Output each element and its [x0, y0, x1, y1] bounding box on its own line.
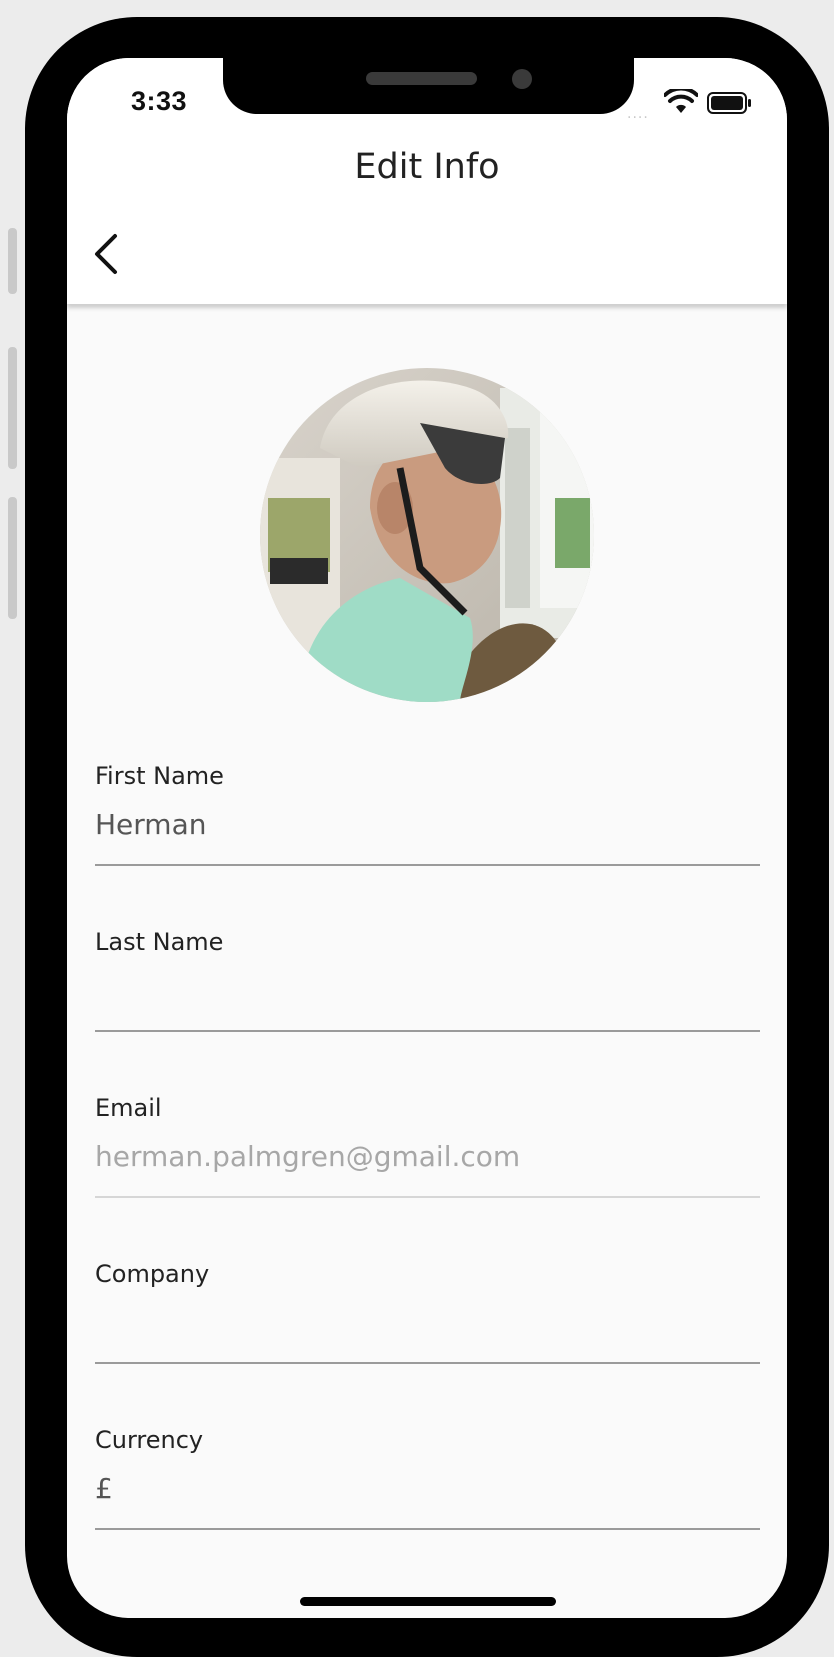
profile-avatar[interactable]	[260, 368, 594, 702]
email-underline	[95, 1196, 760, 1198]
first-name-field[interactable]: First Name Herman	[95, 762, 760, 866]
company-underline	[95, 1362, 760, 1364]
email-input[interactable]: herman.palmgren@gmail.com	[95, 1140, 760, 1173]
first-name-input[interactable]: Herman	[95, 808, 760, 841]
wifi-icon	[664, 89, 698, 113]
phone-screen: 3:33 .... Edit Info First Name Herman La…	[67, 58, 787, 1618]
battery-icon	[707, 92, 751, 114]
currency-label: Currency	[95, 1426, 204, 1454]
company-label: Company	[95, 1260, 210, 1288]
speaker-grille	[366, 72, 477, 85]
front-camera	[512, 69, 532, 89]
page-title: Edit Info	[354, 147, 500, 187]
profile-photo	[260, 368, 594, 702]
mute-switch	[8, 228, 17, 294]
currency-field[interactable]: Currency £	[95, 1426, 760, 1530]
last-name-label: Last Name	[95, 928, 224, 956]
volume-down-button	[8, 497, 17, 619]
email-field[interactable]: Email herman.palmgren@gmail.com	[95, 1094, 760, 1198]
home-indicator[interactable]	[300, 1597, 556, 1606]
company-field[interactable]: Company	[95, 1260, 760, 1364]
currency-underline	[95, 1528, 760, 1530]
signal-icon: ....	[627, 106, 649, 122]
first-name-label: First Name	[95, 762, 224, 790]
email-label: Email	[95, 1094, 162, 1122]
volume-up-button	[8, 347, 17, 469]
chevron-left-icon[interactable]	[89, 232, 123, 276]
notch	[223, 58, 634, 114]
last-name-underline	[95, 1030, 760, 1032]
last-name-field[interactable]: Last Name	[95, 928, 760, 1032]
status-time: 3:33	[131, 86, 188, 116]
currency-input[interactable]: £	[95, 1472, 760, 1505]
first-name-underline	[95, 864, 760, 866]
